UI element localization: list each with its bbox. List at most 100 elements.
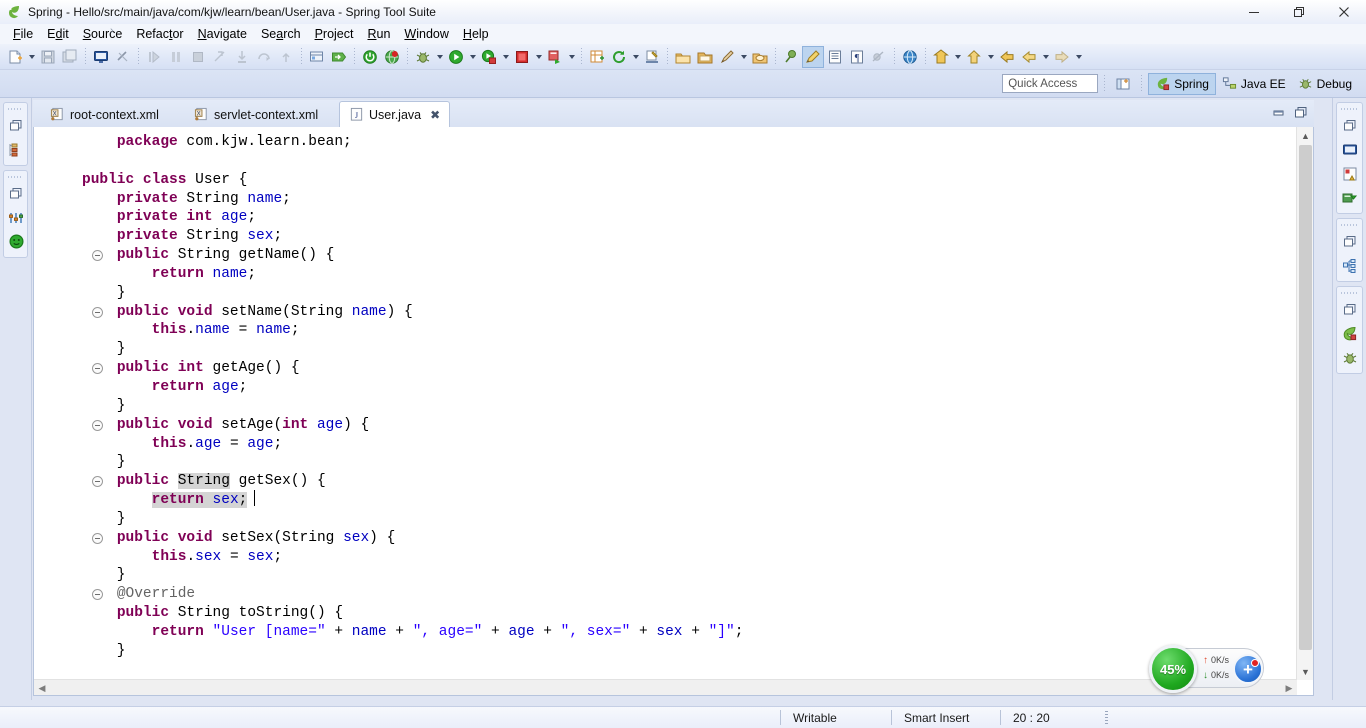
back-arrow-icon[interactable] bbox=[1018, 46, 1040, 68]
restore-view-icon[interactable] bbox=[1338, 230, 1362, 253]
new-class-icon[interactable] bbox=[586, 46, 608, 68]
code-viewport[interactable]: package com.kjw.learn.bean; public class … bbox=[34, 127, 1295, 679]
fastview-grip[interactable] bbox=[1341, 290, 1358, 296]
last-edit-icon[interactable] bbox=[930, 46, 952, 68]
console-icon[interactable] bbox=[1338, 138, 1362, 161]
code-line[interactable]: } bbox=[82, 453, 743, 472]
web-browser-icon[interactable] bbox=[899, 46, 921, 68]
scroll-up-icon[interactable]: ▲ bbox=[1297, 127, 1314, 144]
minimize-button[interactable] bbox=[1231, 0, 1276, 24]
paragraph-icon[interactable]: ¶ bbox=[846, 46, 868, 68]
boot-dashboard-icon[interactable] bbox=[306, 46, 328, 68]
restore-view-icon[interactable] bbox=[4, 182, 28, 205]
vertical-scroll-thumb[interactable] bbox=[1299, 145, 1312, 650]
power-on-icon[interactable] bbox=[359, 46, 381, 68]
tab-user-java[interactable]: J User.java ✖ bbox=[339, 101, 451, 127]
code-line[interactable]: @Override bbox=[82, 585, 743, 604]
restore-button[interactable] bbox=[1276, 0, 1321, 24]
editor-horizontal-scrollbar[interactable]: ◀ ▶ bbox=[34, 679, 1297, 695]
open-task-icon[interactable] bbox=[694, 46, 716, 68]
run-green-icon[interactable] bbox=[445, 46, 467, 68]
problems-icon[interactable] bbox=[1338, 162, 1362, 185]
widget-expand-icon[interactable]: › bbox=[110, 25, 114, 37]
save-icon[interactable] bbox=[37, 46, 59, 68]
code-line[interactable]: } bbox=[82, 566, 743, 585]
debug-bug-icon[interactable] bbox=[412, 46, 434, 68]
spring-green-icon[interactable] bbox=[4, 230, 28, 253]
highlight-pen-icon[interactable] bbox=[802, 45, 824, 68]
servers-icon[interactable] bbox=[1338, 186, 1362, 209]
code-line[interactable]: return "User [name=" + name + ", age=" +… bbox=[82, 623, 744, 642]
run-dropdown-icon[interactable] bbox=[467, 46, 478, 68]
debug-dropdown-icon[interactable] bbox=[434, 46, 445, 68]
code-line[interactable]: } bbox=[82, 397, 743, 416]
network-monitor-widget[interactable]: 45% ↑ 0K/s ↓ 0K/s + bbox=[1149, 645, 1264, 693]
save-all-icon[interactable] bbox=[59, 46, 81, 68]
menu-refactor[interactable]: Refactor bbox=[129, 26, 190, 42]
editor-vertical-scrollbar[interactable]: ▲ ▼ bbox=[1296, 127, 1313, 680]
restore-view-icon[interactable] bbox=[4, 114, 28, 137]
refresh-icon[interactable] bbox=[608, 46, 630, 68]
open-resource-icon[interactable] bbox=[749, 46, 771, 68]
code-line[interactable]: this.sex = sex; bbox=[82, 548, 743, 567]
search-dropdown-icon[interactable] bbox=[738, 46, 749, 68]
new-annotation-icon[interactable] bbox=[641, 46, 663, 68]
refresh-dropdown-icon[interactable] bbox=[630, 46, 641, 68]
code-line[interactable]: public void setAge(int age) { bbox=[82, 416, 743, 435]
code-line[interactable]: private String name; bbox=[82, 190, 743, 209]
scroll-left-icon[interactable]: ◀ bbox=[34, 680, 50, 696]
search-pen-icon[interactable] bbox=[716, 46, 738, 68]
globe-red-icon[interactable] bbox=[381, 46, 403, 68]
code-line[interactable]: return name; bbox=[82, 265, 743, 284]
back-icon[interactable] bbox=[996, 46, 1018, 68]
fold-collapse-icon[interactable] bbox=[92, 419, 103, 431]
fastview-grip[interactable] bbox=[8, 174, 23, 180]
menu-search[interactable]: Search bbox=[254, 26, 308, 42]
run-server-dropdown-icon[interactable] bbox=[500, 46, 511, 68]
book-icon[interactable] bbox=[824, 46, 846, 68]
open-perspective-icon[interactable] bbox=[1111, 73, 1135, 95]
add-button[interactable]: + bbox=[1233, 654, 1263, 684]
code-line[interactable]: private String sex; bbox=[82, 227, 743, 246]
perspective-spring[interactable]: Spring bbox=[1148, 72, 1216, 95]
code-line[interactable]: } bbox=[82, 510, 743, 529]
profile-dropdown-icon[interactable] bbox=[566, 46, 577, 68]
code-line[interactable]: } bbox=[82, 284, 743, 303]
minimize-icon[interactable] bbox=[1269, 103, 1289, 122]
profile-icon[interactable] bbox=[544, 46, 566, 68]
close-button[interactable] bbox=[1321, 0, 1366, 24]
restore-view-icon[interactable] bbox=[1338, 298, 1362, 321]
spring-leaf-icon[interactable] bbox=[1338, 322, 1362, 345]
menu-window[interactable]: Window bbox=[397, 26, 455, 42]
tab-root-context-xml[interactable]: X root-context.xml bbox=[41, 102, 168, 127]
outline-icon[interactable] bbox=[1338, 254, 1362, 277]
code-line[interactable]: this.name = name; bbox=[82, 321, 743, 340]
stop-red-icon[interactable] bbox=[511, 46, 533, 68]
code-line[interactable] bbox=[82, 152, 743, 171]
fastview-grip[interactable] bbox=[1341, 106, 1358, 112]
code-line[interactable]: this.age = age; bbox=[82, 435, 743, 454]
fold-collapse-icon[interactable] bbox=[92, 532, 103, 544]
code-line[interactable]: public class User { bbox=[82, 171, 743, 190]
cpu-usage-gauge[interactable]: 45% bbox=[1149, 645, 1197, 693]
new-wizard-icon[interactable] bbox=[4, 46, 26, 68]
close-icon[interactable]: ✖ bbox=[430, 108, 440, 122]
next-annotation-icon[interactable] bbox=[963, 46, 985, 68]
fold-collapse-icon[interactable] bbox=[92, 306, 103, 318]
menu-file[interactable]: File bbox=[6, 26, 40, 42]
status-grip[interactable] bbox=[1105, 711, 1108, 724]
package-explorer-icon[interactable] bbox=[4, 138, 28, 161]
code-line[interactable]: private int age; bbox=[82, 208, 743, 227]
code-line[interactable]: return sex; bbox=[82, 491, 743, 510]
perspective-debug[interactable]: Debug bbox=[1292, 73, 1358, 95]
menu-help[interactable]: Help bbox=[456, 26, 496, 42]
code-line[interactable]: public String toString() { bbox=[82, 604, 743, 623]
status-insert-mode[interactable]: Smart Insert bbox=[892, 707, 1000, 728]
menu-project[interactable]: Project bbox=[308, 26, 361, 42]
boot-dashboard-icon[interactable] bbox=[4, 206, 28, 229]
code-line[interactable]: return age; bbox=[82, 378, 743, 397]
back-dropdown-icon[interactable] bbox=[1040, 46, 1051, 68]
code-line[interactable]: package com.kjw.learn.bean; bbox=[82, 133, 743, 152]
new-wizard-dropdown-icon[interactable] bbox=[26, 46, 37, 68]
code-line[interactable]: } bbox=[82, 340, 743, 359]
